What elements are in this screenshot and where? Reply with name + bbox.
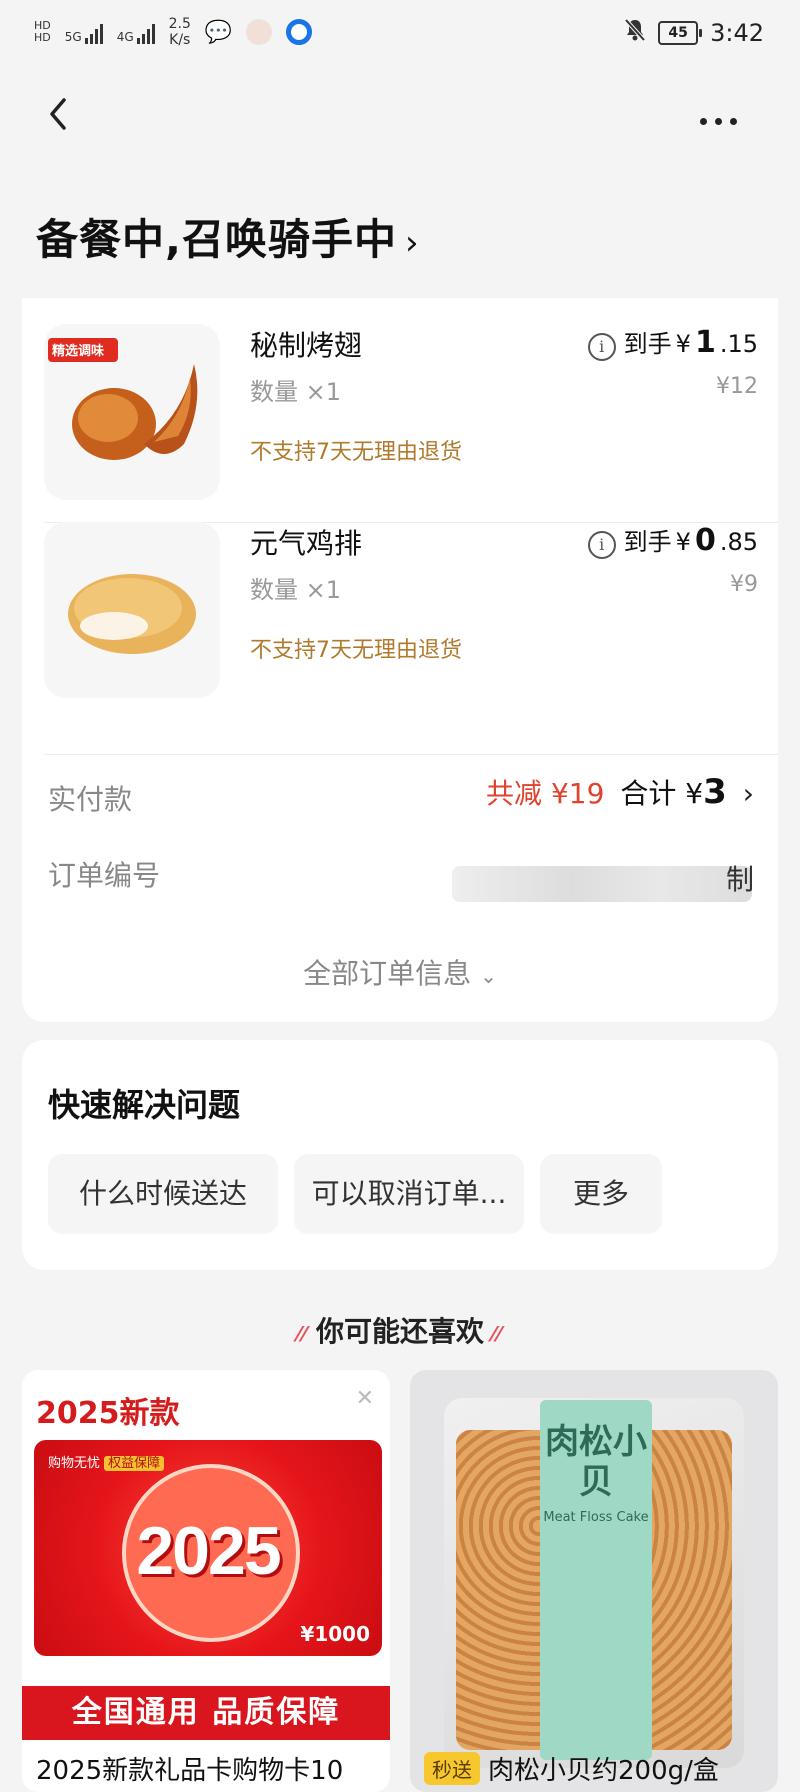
item-name: 秘制烤翅 [250, 329, 363, 362]
quick-help-delivery-time[interactable]: 什么时候送达 [48, 1154, 278, 1234]
dot-icon [730, 118, 737, 125]
signal-4g: 4G [117, 20, 155, 44]
dot-icon [715, 118, 722, 125]
item-final-price: i 到手 ¥0.85 [587, 522, 758, 559]
mute-bell-icon [624, 18, 646, 48]
price-prefix: 到手 [623, 528, 672, 556]
package-label-en: Meat Floss Cake [543, 1510, 649, 1525]
gift-card-year: 2025 [136, 1513, 281, 1589]
quick-help-card: 快速解决问题 什么时候送达 可以取消订单... 更多 [22, 1040, 778, 1270]
decoration-icon: ⁄⁄ [297, 1322, 308, 1346]
quick-help-cancel-order[interactable]: 可以取消订单... [294, 1154, 524, 1234]
order-item[interactable]: 元气鸡排 数量 ×1 不支持7天无理由退货 i 到手 ¥0.85 ¥9 [22, 496, 778, 722]
item-original-price: ¥12 [716, 374, 758, 399]
order-status-title[interactable]: 备餐中,召唤骑手中 › [36, 206, 420, 267]
price-currency: ¥ [675, 330, 691, 358]
signal-5g: 5G [65, 20, 103, 44]
all-order-info-toggle[interactable]: 全部订单信息 ⌄ [22, 952, 778, 992]
total-value: 3 [703, 772, 727, 812]
wechat-icon: 💬 [204, 19, 233, 45]
recommend-title-text: 你可能还喜欢 [315, 1315, 484, 1348]
close-icon[interactable]: ✕ [356, 1386, 374, 1411]
gift-card-banner: 全国通用 品质保障 [22, 1686, 390, 1740]
decoration-icon: ⁄⁄ [492, 1322, 503, 1346]
hd-icon: HD HD [34, 19, 51, 44]
back-button[interactable] [44, 94, 74, 134]
product-image-chicken-cutlet [44, 522, 220, 698]
gift-card-value: ¥1000 [300, 1622, 370, 1646]
dot-icon [700, 118, 707, 125]
signal-icon [84, 20, 103, 44]
chevron-left-icon [50, 98, 66, 130]
recommend-title: ⁄⁄ 你可能还喜欢 ⁄⁄ [0, 1310, 800, 1350]
return-policy: 不支持7天无理由退货 [250, 440, 462, 465]
divider [44, 754, 778, 755]
item-quantity: 数量 ×1 [250, 378, 342, 406]
order-number-redacted [452, 866, 752, 902]
order-item[interactable]: 精选调味 秘制烤翅 数量 ×1 不支持7天无理由退货 i 到手 ¥1.15 ¥12 [22, 298, 778, 524]
battery-icon: 45 [658, 21, 703, 45]
price-dec: .15 [719, 330, 758, 358]
order-card: 精选调味 秘制烤翅 数量 ×1 不支持7天无理由退货 i 到手 ¥1.15 ¥12… [22, 298, 778, 1022]
thumb-tag: 精选调味 [52, 344, 105, 359]
total-prefix: 合计 ¥ [620, 777, 704, 810]
speed-value: 2.5 [168, 16, 191, 32]
price-int: 0 [694, 523, 716, 558]
item-name: 元气鸡排 [250, 527, 363, 560]
product-name: 肉松小贝约200g/盒 [488, 1756, 719, 1786]
more-options-button[interactable] [700, 118, 737, 125]
product-card-meat-floss-cake[interactable]: 肉松小贝 Meat Floss Cake 秒送 肉松小贝约200g/盒 [410, 1370, 778, 1792]
price-int: 1 [694, 325, 716, 360]
price-prefix: 到手 [623, 330, 672, 358]
item-original-price: ¥9 [730, 572, 758, 597]
order-number-label: 订单编号 [48, 859, 161, 892]
gift-card-tagline-badge: 权益保障 [104, 1456, 165, 1471]
product-card-gift-card[interactable]: 2025新款 ✕ 购物无忧 权益保障 2025 ¥1000 全国通用 品质保障 … [22, 1370, 390, 1792]
package-label-cn: 肉松小贝 [545, 1422, 647, 1502]
chevron-down-icon: ⌄ [480, 964, 497, 988]
product-name-row: 秒送 肉松小贝约200g/盒 [424, 1750, 719, 1787]
product-image-wings: 精选调味 [44, 324, 220, 500]
chevron-right-icon: › [742, 777, 754, 810]
order-status-text: 备餐中,召唤骑手中 [36, 215, 397, 264]
payment-label: 实付款 [48, 783, 133, 816]
all-order-info-label: 全部订单信息 [303, 957, 472, 990]
item-quantity: 数量 ×1 [250, 576, 342, 604]
clock: 3:42 [710, 19, 764, 47]
express-badge: 秒送 [424, 1752, 480, 1785]
gift-card-tagline-text: 购物无忧 [48, 1456, 101, 1471]
return-policy: 不支持7天无理由退货 [250, 638, 462, 663]
discount-amount: 共减 ¥19 [486, 777, 605, 810]
payment-summary[interactable]: 共减 ¥19 合计 ¥3 › [486, 772, 754, 812]
signal-icon [136, 20, 155, 44]
product-tag: 2025新款 [36, 1396, 180, 1431]
info-icon[interactable]: i [587, 333, 616, 361]
network-label: 5G [64, 30, 82, 44]
price-dec: .85 [719, 528, 758, 556]
quick-help-more[interactable]: 更多 [540, 1154, 662, 1234]
total-amount: 合计 ¥3 [620, 772, 726, 812]
gift-card-image: 购物无忧 权益保障 2025 ¥1000 [34, 1440, 382, 1656]
quick-help-title: 快速解决问题 [48, 1086, 241, 1124]
net-speed: 2.5 K/s [169, 16, 191, 48]
copy-order-number-button[interactable]: 制 [726, 858, 754, 898]
app-notification-icon [246, 19, 273, 45]
speed-unit: K/s [169, 32, 191, 48]
gift-card-tagline: 购物无忧 权益保障 [48, 1452, 165, 1471]
price-currency: ¥ [675, 528, 691, 556]
product-name: 2025新款礼品卡购物卡10 [36, 1756, 344, 1786]
info-icon[interactable]: i [587, 531, 616, 559]
network-label: 4G [116, 30, 134, 44]
chevron-right-icon: › [404, 223, 420, 263]
app-notification-icon [286, 19, 313, 45]
status-bar: HD HD 5G 4G 2.5 K/s 💬 45 3:42 [0, 0, 800, 74]
item-final-price: i 到手 ¥1.15 [587, 324, 758, 361]
